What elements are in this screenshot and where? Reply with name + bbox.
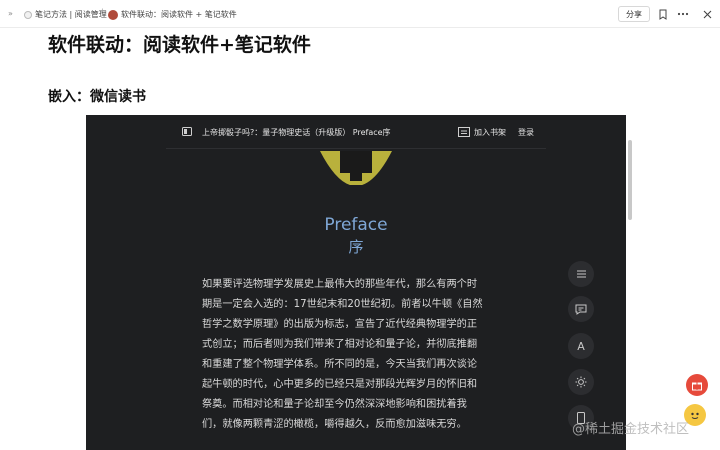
chapter-illustration — [320, 151, 392, 185]
expand-sidebar-icon[interactable]: » — [8, 9, 13, 18]
chapter-title-zh: 序 — [348, 238, 364, 256]
breadcrumb-root[interactable]: 笔记方法 | 阅读管理 — [24, 9, 107, 20]
font-settings-button[interactable]: A — [568, 333, 594, 359]
paragraph-line: 祭奠。而相对论和量子论却至今仍然深深地影响和困扰着我 — [202, 399, 467, 410]
notes-button[interactable] — [568, 296, 594, 322]
reader-header: 上帝掷骰子吗?：量子物理史话（升级版） Preface序 加入书架 登录 — [166, 115, 546, 149]
sun-icon — [575, 376, 587, 388]
breadcrumb-root-label: 笔记方法 | 阅读管理 — [35, 10, 107, 19]
paragraph-line: 起牛顿的时代，心中更多的已经只是对那段光辉岁月的怀旧和 — [202, 379, 478, 390]
login-button[interactable]: 登录 — [518, 127, 534, 138]
bookshelf-icon — [458, 127, 470, 137]
paragraph-line: 和重建了整个物理学体系。所不同的是，今天当我们再次谈论 — [202, 359, 478, 370]
breadcrumb-separator: / — [100, 8, 104, 18]
page-emoji-icon — [108, 9, 118, 20]
add-to-shelf-button[interactable]: 加入书架 — [474, 127, 506, 138]
book-title: 上帝掷骰子吗?：量子物理史话（升级版） Preface序 — [202, 128, 391, 137]
gift-button[interactable] — [686, 374, 708, 396]
page-icon — [24, 10, 32, 19]
watermark: @稀土掘金技术社区 — [572, 422, 690, 437]
bookmark-icon[interactable] — [656, 7, 670, 21]
section-heading: 嵌入：微信读书 — [48, 89, 146, 105]
share-button[interactable]: 分享 — [618, 6, 650, 22]
chapter-title-en: Preface — [324, 215, 388, 235]
gift-icon — [692, 382, 702, 391]
more-options-icon[interactable] — [676, 7, 690, 21]
font-icon: A — [577, 339, 585, 353]
breadcrumb-current-label: 软件联动：阅读软件 + 笔记软件 — [121, 10, 237, 19]
close-icon[interactable] — [700, 7, 714, 21]
embedded-reader[interactable]: 上帝掷骰子吗?：量子物理史话（升级版） Preface序 加入书架 登录 Pre… — [86, 115, 626, 450]
paragraph-line: 式创立；而后者则为我们带来了相对论和量子论，并彻底推翻 — [202, 339, 478, 350]
list-icon — [576, 270, 586, 278]
page-title: 软件联动：阅读软件+笔记软件 — [48, 34, 311, 56]
comment-icon — [575, 304, 587, 315]
paragraph-line: 哲学之数学原理》的出版为标志，宣告了近代经典物理学的正 — [202, 319, 478, 330]
paragraph-line: 如果要评选物理学发展史上最伟大的那些年代，那么有两个时 — [202, 279, 478, 290]
breadcrumb-current[interactable]: 软件联动：阅读软件 + 笔记软件 — [108, 9, 237, 20]
theme-toggle-button[interactable] — [568, 369, 594, 395]
paragraph-line: 们，就像两颗青涩的橄榄，嚼得越久，反而愈加滋味无穷。 — [202, 419, 467, 430]
contents-button[interactable] — [568, 261, 594, 287]
robot-face-icon — [691, 412, 699, 419]
page-scrollbar[interactable] — [628, 140, 632, 220]
top-bar: » 笔记方法 | 阅读管理 / 软件联动：阅读软件 + 笔记软件 分享 — [0, 0, 720, 28]
chapter-paragraph: 如果要评选物理学发展史上最伟大的那些年代，那么有两个时 期是一定会入选的：17世… — [202, 275, 512, 435]
paragraph-line: 期是一定会入选的：17世纪末和20世纪初。前者以牛顿《自然 — [202, 299, 483, 310]
catalog-icon[interactable] — [182, 127, 192, 136]
